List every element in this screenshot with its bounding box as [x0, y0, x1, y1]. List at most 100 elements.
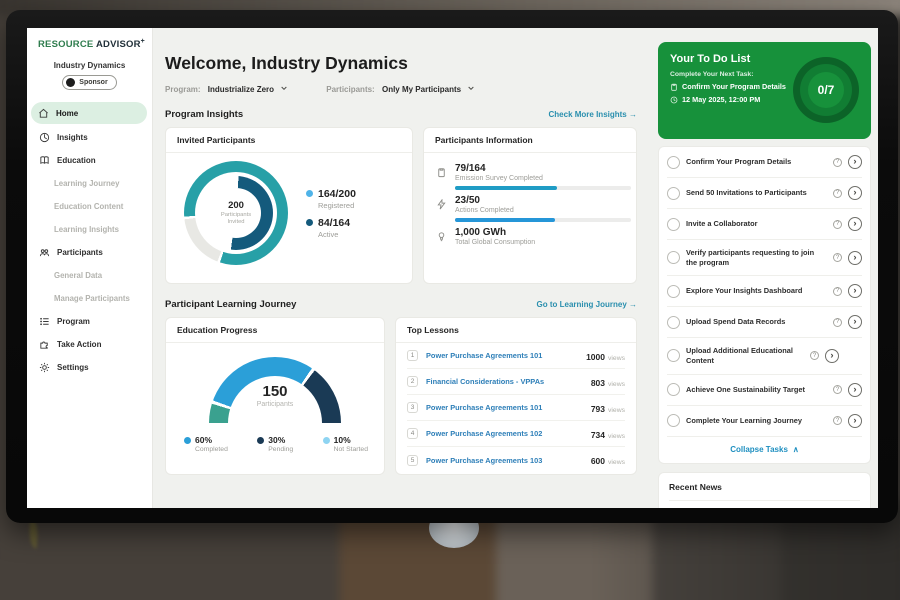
completed-pct: 60% [195, 435, 212, 445]
lesson-views: 803 [591, 378, 605, 388]
todo-item[interactable]: Invite a Collaborator ? › [667, 209, 862, 240]
lesson-row[interactable]: 3 Power Purchase Agreements 101 793views [407, 395, 625, 421]
help-icon[interactable]: ? [833, 158, 842, 167]
chevron-right-icon[interactable]: › [848, 155, 862, 169]
todo-item-label: Achieve One Sustainability Target [686, 385, 827, 395]
help-icon[interactable]: ? [833, 318, 842, 327]
chevron-right-icon[interactable]: › [825, 349, 839, 363]
participants-filter-label: Participants: [326, 85, 374, 94]
todo-checkbox[interactable] [667, 349, 680, 362]
sidebar-item-insights[interactable]: Insights [27, 126, 152, 149]
sidebar-item-learning-insights[interactable]: Learning Insights [27, 218, 152, 241]
sidebar-item-education-content[interactable]: Education Content [27, 195, 152, 218]
help-icon[interactable]: ? [833, 416, 842, 425]
sidebar-item-manage-participants[interactable]: Manage Participants [27, 287, 152, 310]
lesson-views-label: views [608, 355, 625, 362]
chevron-right-icon[interactable]: › [848, 315, 862, 329]
todo-checkbox[interactable] [667, 316, 680, 329]
lesson-row[interactable]: 2 Financial Considerations - VPPAs 803vi… [407, 369, 625, 395]
check-more-insights-link[interactable]: Check More Insights → [549, 110, 637, 119]
todo-item[interactable]: Send 50 Invitations to Participants ? › [667, 178, 862, 209]
sidebar-item-label: Home [56, 109, 78, 118]
sidebar-item-label: General Data [54, 271, 102, 280]
main-content: Welcome, Industry Dynamics Program: Indu… [153, 28, 649, 508]
program-filter[interactable]: Program: Industrialize Zero [165, 84, 288, 94]
recent-news-card: Recent News [658, 472, 871, 509]
gauge-center-label: Participants [209, 401, 341, 408]
help-icon[interactable]: ? [833, 287, 842, 296]
chevron-right-icon[interactable]: › [848, 251, 862, 265]
collapse-tasks-link[interactable]: Collapse Tasks ∧ [667, 437, 862, 463]
todo-checkbox[interactable] [667, 285, 680, 298]
chevron-right-icon[interactable]: › [848, 414, 862, 428]
todo-checkbox[interactable] [667, 251, 680, 264]
emission-survey-label: Emission Survey Completed [455, 175, 631, 182]
sidebar-item-program[interactable]: Program [27, 310, 152, 333]
lesson-link[interactable]: Power Purchase Agreements 102 [426, 429, 583, 438]
participants-information-card: Participants Information 79/164 Emission… [423, 127, 637, 284]
help-icon[interactable]: ? [833, 220, 842, 229]
sidebar-item-take-action[interactable]: Take Action [27, 333, 152, 356]
sidebar-item-label: Settings [57, 363, 89, 372]
sidebar-item-learning-journey[interactable]: Learning Journey [27, 172, 152, 195]
todo-item[interactable]: Upload Spend Data Records ? › [667, 307, 862, 338]
todo-item[interactable]: Confirm Your Program Details ? › [667, 147, 862, 178]
info-card-title: Participants Information [424, 128, 636, 153]
help-icon[interactable]: ? [833, 189, 842, 198]
actions-completed-label: Actions Completed [455, 207, 631, 214]
help-icon[interactable]: ? [833, 253, 842, 262]
todo-checkbox[interactable] [667, 156, 680, 169]
lesson-link[interactable]: Power Purchase Agreements 103 [426, 456, 583, 465]
lesson-link[interactable]: Financial Considerations - VPPAs [426, 377, 583, 386]
todo-checkbox[interactable] [667, 383, 680, 396]
recent-news-title: Recent News [669, 482, 860, 501]
lesson-row[interactable]: 4 Power Purchase Agreements 102 734views [407, 421, 625, 447]
sidebar-item-label: Learning Insights [54, 225, 119, 234]
settings-icon [39, 362, 50, 373]
chevron-right-icon[interactable]: › [848, 284, 862, 298]
lesson-row[interactable]: 5 Power Purchase Agreements 103 600views [407, 447, 625, 473]
info-card-body: 79/164 Emission Survey Completed 23/50 A… [424, 153, 636, 251]
participants-filter-value: Only My Participants [382, 85, 461, 94]
todo-item[interactable]: Complete Your Learning Journey ? › [667, 406, 862, 437]
registered-value: 164/200 [318, 188, 356, 200]
program-filter-label: Program: [165, 85, 201, 94]
actions-completed-metric: 23/50 Actions Completed [436, 195, 624, 222]
bulb-icon [436, 231, 447, 242]
todo-progress-value: 0/7 [818, 83, 835, 97]
help-icon[interactable]: ? [810, 351, 819, 360]
todo-item-label: Invite a Collaborator [686, 219, 827, 229]
monitor-bezel: RESOURCE ADVISOR+ Industry Dynamics Spon… [6, 10, 898, 523]
todo-checkbox[interactable] [667, 414, 680, 427]
participants-filter[interactable]: Participants: Only My Participants [326, 84, 475, 94]
take-action-icon [39, 339, 50, 350]
todo-item-label: Explore Your Insights Dashboard [686, 286, 827, 296]
todo-checkbox[interactable] [667, 187, 680, 200]
chevron-right-icon[interactable]: › [848, 217, 862, 231]
lesson-link[interactable]: Power Purchase Agreements 101 [426, 403, 583, 412]
todo-item[interactable]: Achieve One Sustainability Target ? › [667, 375, 862, 406]
todo-item[interactable]: Explore Your Insights Dashboard ? › [667, 276, 862, 307]
sidebar-item-participants[interactable]: Participants [27, 241, 152, 264]
todo-item[interactable]: Verify participants requesting to join t… [667, 240, 862, 276]
sidebar-item-home[interactable]: Home [31, 102, 147, 124]
lesson-rank: 2 [407, 376, 418, 387]
lesson-row[interactable]: 1 Power Purchase Agreements 101 1000view… [407, 343, 625, 369]
actions-completed-bar [455, 218, 631, 222]
lesson-views: 734 [591, 430, 605, 440]
todo-checkbox[interactable] [667, 218, 680, 231]
todo-item[interactable]: Upload Additional Educational Content ? … [667, 338, 862, 374]
help-icon[interactable]: ? [833, 385, 842, 394]
sidebar-item-settings[interactable]: Settings [27, 356, 152, 379]
emission-survey-value: 79/164 [455, 163, 631, 174]
lesson-link[interactable]: Power Purchase Agreements 101 [426, 351, 578, 360]
sidebar-item-education[interactable]: Education [27, 149, 152, 172]
sponsor-icon [66, 78, 75, 87]
chevron-right-icon[interactable]: › [848, 383, 862, 397]
chevron-right-icon[interactable]: › [848, 186, 862, 200]
lesson-rank: 1 [407, 350, 418, 361]
sidebar-item-general-data[interactable]: General Data [27, 264, 152, 287]
go-to-learning-journey-link[interactable]: Go to Learning Journey → [537, 300, 637, 309]
sponsor-badge-label: Sponsor [79, 79, 107, 86]
education-icon [39, 155, 50, 166]
